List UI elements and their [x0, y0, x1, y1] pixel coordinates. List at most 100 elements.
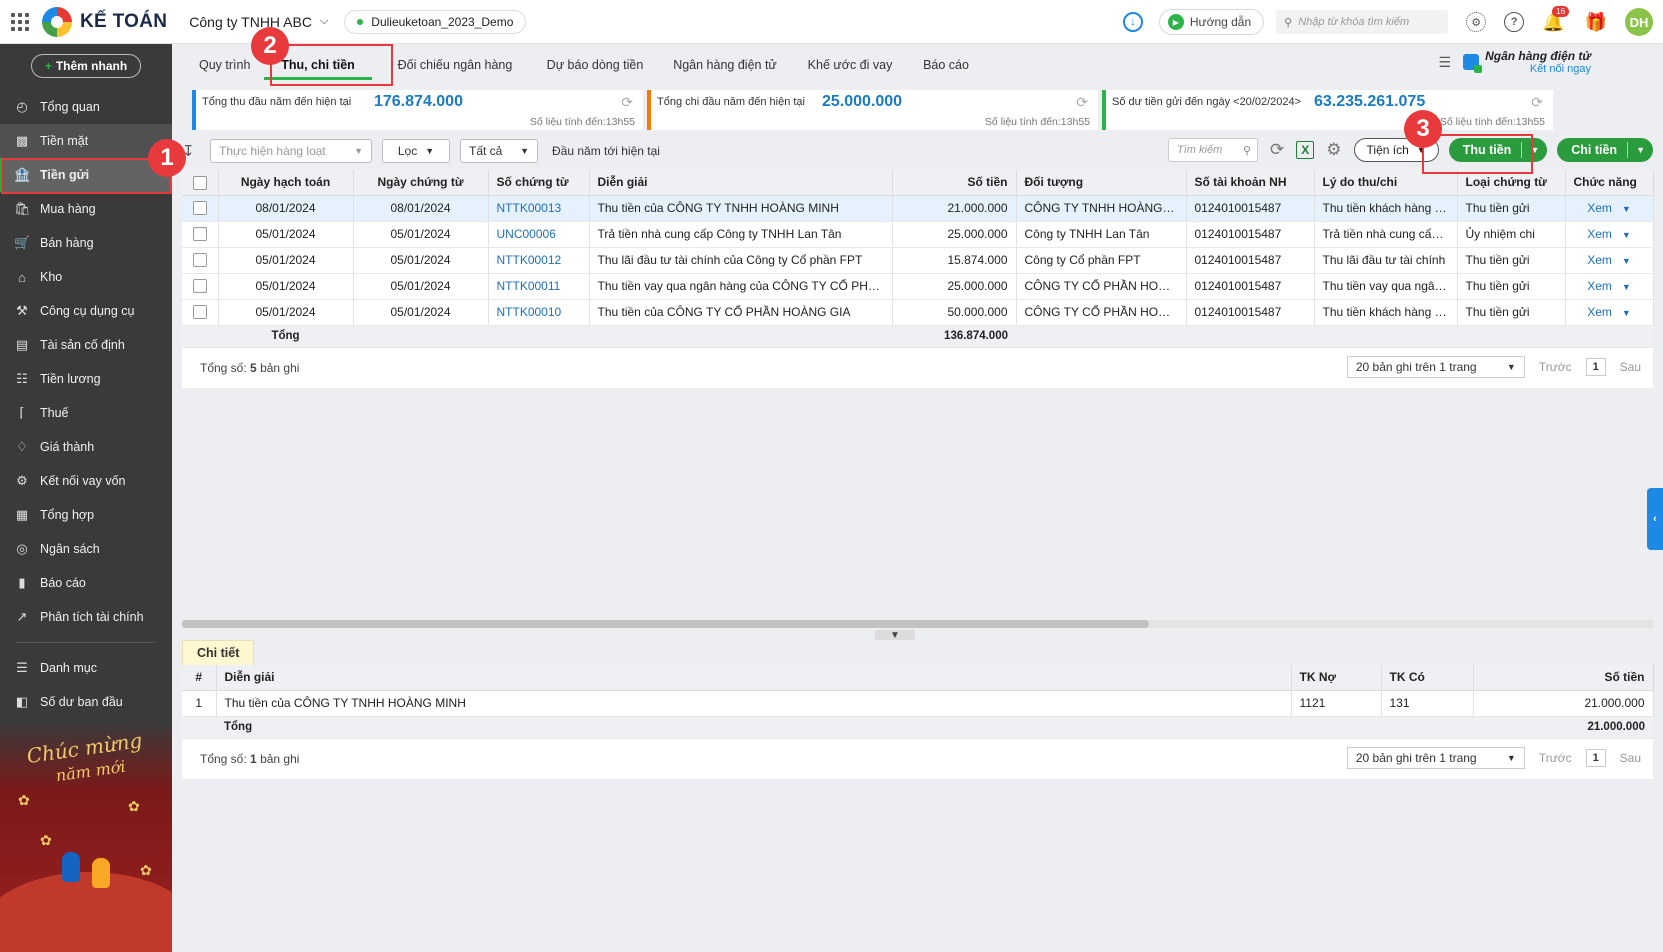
table-row[interactable]: 05/01/2024 05/01/2024 NTTK00012 Thu lãi đầu…: [182, 247, 1654, 274]
gift-icon[interactable]: 🎁: [1585, 12, 1607, 33]
quick-add-button[interactable]: + Thêm nhanh: [31, 54, 141, 78]
grid-search-input[interactable]: Tìm kiếm ⚲: [1168, 138, 1259, 162]
table-row[interactable]: 05/01/2024 05/01/2024 NTTK00010 Thu tiền củ…: [182, 299, 1654, 326]
caret-down-icon[interactable]: ▼: [1622, 256, 1631, 266]
col-doc-no[interactable]: Số chứng từ: [488, 170, 590, 196]
notification-bell-icon[interactable]: 🔔 16: [1542, 5, 1570, 33]
refresh-icon[interactable]: ⟳: [1270, 140, 1284, 160]
sidebar-item-fixed-assets[interactable]: ▤ Tài sản cố định: [0, 328, 172, 362]
doc-no-link[interactable]: NTTK00011: [497, 279, 561, 293]
refresh-icon[interactable]: ⟳: [1076, 94, 1088, 111]
pay-money-label[interactable]: Chi tiền: [1557, 142, 1629, 158]
settings-gear-icon[interactable]: ⚙: [1326, 140, 1341, 160]
doc-no-link[interactable]: UNC00006: [497, 227, 556, 241]
view-button[interactable]: Xem ▼: [1587, 201, 1631, 215]
sidebar-item-loan[interactable]: ⚙ Kết nối vay vốn: [0, 464, 172, 498]
app-logo[interactable]: KẾ TOÁN: [42, 6, 167, 37]
caret-down-icon[interactable]: ▼: [1622, 282, 1631, 292]
table-row[interactable]: 08/01/2024 08/01/2024 NTTK00013 Thu tiền củ…: [182, 195, 1654, 222]
sidebar-item-reports[interactable]: ▮ Báo cáo: [0, 566, 172, 600]
col-bank-account[interactable]: Số tài khoản NH: [1186, 170, 1315, 196]
table-row[interactable]: 05/01/2024 05/01/2024 UNC00006 Trả tiền nhà…: [182, 221, 1654, 248]
sidebar-item-general[interactable]: ▦ Tổng hợp: [0, 498, 172, 532]
table-row[interactable]: 05/01/2024 05/01/2024 NTTK00011 Thu tiền va…: [182, 273, 1654, 300]
refresh-icon[interactable]: ⟳: [1531, 94, 1543, 111]
database-selector[interactable]: Dulieuketoan_2023_Demo: [344, 9, 527, 34]
sidebar-item-cost[interactable]: ♢ Giá thành: [0, 430, 172, 464]
sidebar-item-catalog[interactable]: ☰ Danh mục: [0, 651, 172, 685]
sidebar-item-tools[interactable]: ⚒ Công cụ dụng cụ: [0, 294, 172, 328]
sidebar-item-sales[interactable]: 🛒 Bán hàng: [0, 226, 172, 260]
filter-dropdown[interactable]: Lọc ▼: [382, 139, 450, 163]
caret-down-icon[interactable]: ▼: [1622, 308, 1631, 318]
tab-detail[interactable]: Chi tiết: [182, 640, 255, 665]
global-search-input[interactable]: ⚲ Nhập từ khóa tìm kiếm: [1276, 10, 1449, 34]
checkbox[interactable]: [192, 201, 207, 216]
select-all-checkbox[interactable]: [182, 170, 219, 196]
checkbox[interactable]: [192, 253, 207, 268]
e-banking-promo[interactable]: ☰ Ngân hàng điện tử Kết nối ngay: [1439, 49, 1591, 75]
view-button[interactable]: Xem ▼: [1587, 305, 1631, 319]
caret-down-icon[interactable]: ▼: [1622, 230, 1631, 240]
doc-no-link[interactable]: NTTK00012: [497, 253, 562, 267]
page-size-select[interactable]: 20 bản ghi trên 1 trang ▼: [1346, 746, 1525, 769]
guide-button[interactable]: ▶ Hướng dẫn: [1158, 9, 1265, 35]
sidebar-item-tax[interactable]: ⌈ Thuế: [0, 396, 172, 430]
scope-dropdown[interactable]: Tất cả ▼: [460, 139, 538, 163]
current-page[interactable]: 1: [1585, 748, 1606, 767]
user-avatar[interactable]: DH: [1625, 8, 1653, 36]
sidebar-item-financial-analysis[interactable]: ↗ Phân tích tài chính: [0, 600, 172, 634]
col-amount[interactable]: Số tiền: [892, 170, 1017, 196]
company-selector[interactable]: Công ty TNHH ABC ⌵: [189, 14, 328, 30]
e-banking-connect-link[interactable]: Kết nối ngay: [1485, 63, 1591, 75]
refresh-icon[interactable]: ⟳: [621, 94, 633, 111]
view-button[interactable]: Xem ▼: [1587, 279, 1631, 293]
row-checkbox[interactable]: [182, 195, 219, 222]
download-icon[interactable]: ↓: [1122, 12, 1143, 32]
page-size-select[interactable]: 20 bản ghi trên 1 trang ▼: [1346, 355, 1525, 378]
tab-bank-reconciliation[interactable]: Đối chiếu ngân hàng: [378, 44, 532, 86]
next-page-button[interactable]: Sau: [1620, 360, 1641, 374]
col-party[interactable]: Đối tượng: [1016, 170, 1187, 196]
batch-action-dropdown[interactable]: Thực hiện hàng loạt ▼: [210, 139, 372, 163]
prev-page-button[interactable]: Trước: [1539, 360, 1572, 374]
caret-down-icon[interactable]: ▼: [1622, 204, 1631, 214]
prev-page-button[interactable]: Trước: [1539, 751, 1572, 765]
col-description[interactable]: Diễn giải: [216, 665, 1292, 691]
col-credit-account[interactable]: TK Có: [1381, 665, 1474, 691]
sidebar-item-budget[interactable]: ◎ Ngân sách: [0, 532, 172, 566]
scrollbar-thumb[interactable]: [182, 620, 1149, 628]
row-checkbox[interactable]: [182, 273, 219, 300]
checkbox[interactable]: [192, 279, 207, 294]
tab-process[interactable]: Quy trình: [172, 44, 258, 86]
tab-e-banking[interactable]: Ngân hàng điện tử: [658, 44, 792, 86]
excel-export-icon[interactable]: X: [1296, 141, 1315, 159]
next-page-button[interactable]: Sau: [1620, 751, 1641, 765]
col-description[interactable]: Diễn giải: [589, 170, 893, 196]
current-page[interactable]: 1: [1585, 357, 1606, 376]
filter-settings-icon[interactable]: ☰: [1439, 54, 1452, 71]
tab-loan-contracts[interactable]: Khế ước đi vay: [792, 44, 908, 86]
row-checkbox[interactable]: [182, 247, 219, 274]
sidebar-item-opening-balance[interactable]: ◧ Số dư ban đầu: [0, 685, 172, 719]
col-doc-date[interactable]: Ngày chứng từ: [353, 170, 489, 196]
col-debit-account[interactable]: TK Nợ: [1291, 665, 1382, 691]
col-post-date[interactable]: Ngày hạch toán: [218, 170, 354, 196]
sidebar-item-payroll[interactable]: ☷ Tiền lương: [0, 362, 172, 396]
doc-no-link[interactable]: NTTK00013: [497, 201, 562, 215]
help-icon[interactable]: ?: [1504, 12, 1525, 32]
row-checkbox[interactable]: [182, 221, 219, 248]
period-label[interactable]: Đầu năm tới hiện tại: [552, 144, 660, 158]
sidebar-item-purchase[interactable]: 🛍 Mua hàng: [0, 192, 172, 226]
view-button[interactable]: Xem ▼: [1587, 227, 1631, 241]
tab-reports[interactable]: Báo cáo: [908, 44, 984, 86]
horizontal-scrollbar[interactable]: [182, 619, 1653, 629]
doc-no-link[interactable]: NTTK00010: [497, 305, 562, 319]
tab-cashflow-forecast[interactable]: Dự báo dòng tiền: [532, 44, 658, 86]
detail-row[interactable]: 1 Thu tiền của CÔNG TY TNHH HOÀNG MINH 1…: [182, 690, 1654, 717]
collapse-panel-chevron-icon[interactable]: ‹: [1647, 488, 1663, 550]
sidebar-item-cash[interactable]: ▩ Tiền mặt: [0, 124, 172, 158]
sidebar-item-overview[interactable]: ◴ Tổng quan: [0, 90, 172, 124]
settings-gear-icon[interactable]: ⚙: [1466, 12, 1487, 32]
checkbox[interactable]: [192, 227, 207, 242]
